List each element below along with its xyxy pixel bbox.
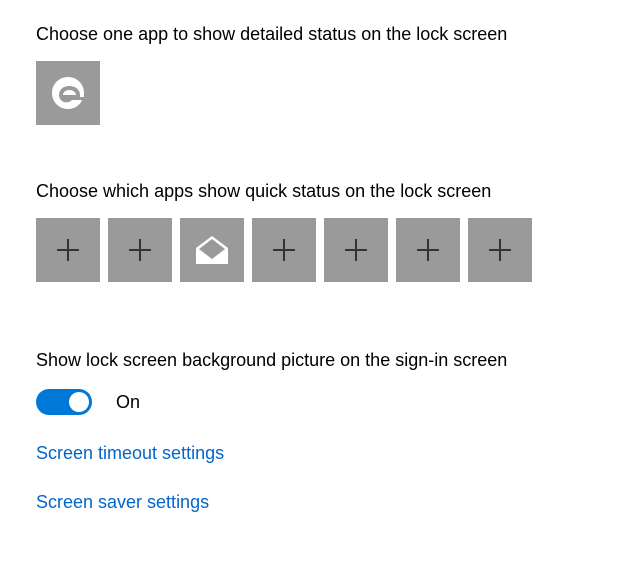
quick-status-slot-2[interactable] xyxy=(180,218,244,282)
lock-screen-settings-panel: Choose one app to show detailed status o… xyxy=(0,0,627,537)
screen-timeout-link[interactable]: Screen timeout settings xyxy=(36,443,224,464)
edge-icon xyxy=(48,73,88,113)
quick-status-slot-0[interactable] xyxy=(36,218,100,282)
toggle-state-label: On xyxy=(116,392,140,413)
quick-status-slot-4[interactable] xyxy=(324,218,388,282)
mail-icon xyxy=(190,228,234,272)
screen-saver-link[interactable]: Screen saver settings xyxy=(36,492,209,513)
plus-icon xyxy=(126,236,154,264)
toggle-knob xyxy=(69,392,89,412)
quick-status-slot-3[interactable] xyxy=(252,218,316,282)
plus-icon xyxy=(414,236,442,264)
plus-icon xyxy=(270,236,298,264)
signin-background-toggle[interactable] xyxy=(36,389,92,415)
quick-status-slots xyxy=(36,218,591,282)
signin-background-toggle-row: On xyxy=(36,389,591,415)
quick-status-slot-1[interactable] xyxy=(108,218,172,282)
detailed-status-slots xyxy=(36,61,591,125)
plus-icon xyxy=(486,236,514,264)
plus-icon xyxy=(342,236,370,264)
quick-status-slot-5[interactable] xyxy=(396,218,460,282)
detailed-status-slot[interactable] xyxy=(36,61,100,125)
quick-status-label: Choose which apps show quick status on t… xyxy=(36,181,591,202)
plus-icon xyxy=(54,236,82,264)
signin-background-label: Show lock screen background picture on t… xyxy=(36,350,591,371)
quick-status-slot-6[interactable] xyxy=(468,218,532,282)
detailed-status-label: Choose one app to show detailed status o… xyxy=(36,24,591,45)
